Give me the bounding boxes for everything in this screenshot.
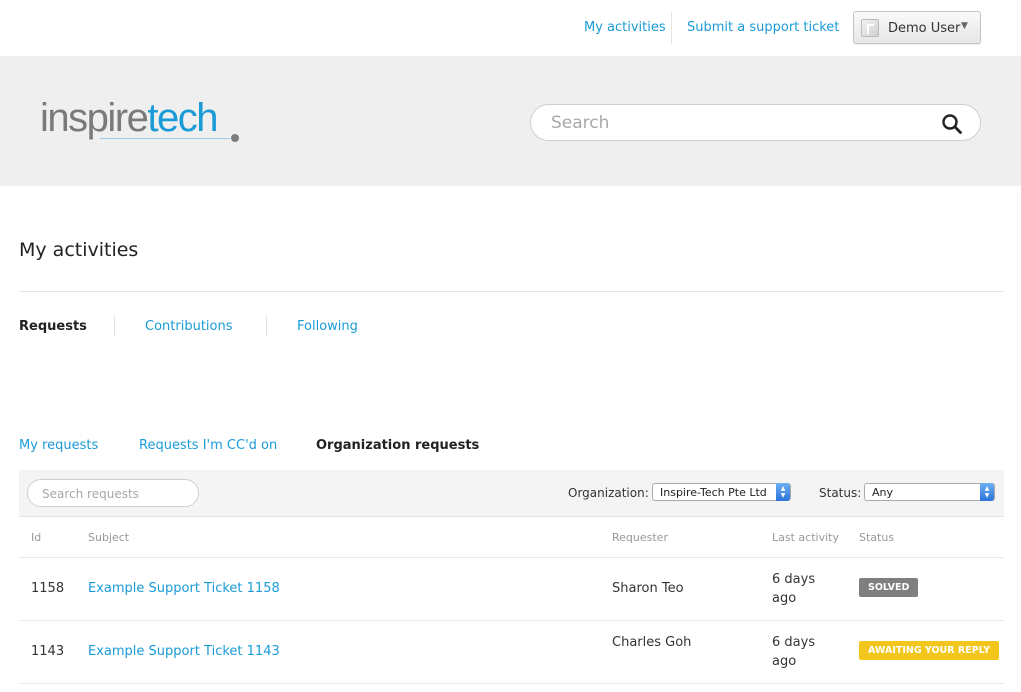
page-title: My activities [19, 239, 139, 261]
ticket-subject-link[interactable]: Example Support Ticket 1143 [88, 644, 280, 659]
logo[interactable]: inspiretech [40, 96, 239, 146]
row-divider [19, 683, 1004, 684]
status-select[interactable]: Any ▲ ▼ [864, 483, 995, 501]
tab-requests[interactable]: Requests [19, 319, 87, 334]
cell-requester: Charles Goh [612, 635, 692, 650]
cell-id: 1143 [31, 644, 65, 659]
subnav-divider [266, 315, 267, 337]
logo-text-inspire: inspire [40, 96, 149, 140]
nav-divider [671, 12, 672, 44]
avatar [861, 19, 879, 37]
search-requests-input[interactable] [42, 484, 192, 504]
divider [19, 291, 1004, 292]
status-badge: Awaiting your reply [859, 641, 1000, 660]
request-search [27, 479, 199, 507]
column-header-last-activity[interactable]: Last activity [772, 531, 839, 544]
user-name: Demo User [888, 21, 961, 36]
subnav-divider [114, 315, 115, 337]
row-divider [19, 557, 1004, 558]
submit-ticket-link[interactable]: Submit a support ticket [687, 20, 839, 35]
chevron-down-icon: ▼ [961, 21, 968, 31]
tab-organization-requests[interactable]: Organization requests [316, 438, 479, 453]
row-divider [19, 620, 1004, 621]
column-header-status[interactable]: Status [859, 531, 894, 544]
search-bar [530, 104, 981, 141]
tab-contributions[interactable]: Contributions [145, 319, 233, 334]
user-menu-button[interactable]: Demo User ▼ [853, 11, 981, 44]
cell-last-activity: 6 days ago [772, 635, 816, 669]
tab-following[interactable]: Following [297, 319, 358, 334]
select-arrows-icon: ▲ ▼ [776, 483, 790, 501]
column-header-subject[interactable]: Subject [88, 531, 129, 544]
status-badge: Solved [859, 578, 919, 597]
cell-last-activity: 6 days ago [772, 572, 816, 606]
column-header-requester[interactable]: Requester [612, 531, 668, 544]
ticket-subject-link[interactable]: Example Support Ticket 1158 [88, 581, 280, 596]
status-label: Status: [819, 486, 862, 500]
requests-toolbar: Organization: Inspire-Tech Pte Ltd ▲▼ St… [19, 470, 1004, 517]
tab-ccd-requests[interactable]: Requests I'm CC'd on [139, 438, 277, 453]
organization-select-value: Inspire-Tech Pte Ltd [660, 486, 767, 499]
column-header-id[interactable]: Id [31, 531, 41, 544]
logo-underline [100, 138, 230, 139]
search-input[interactable] [551, 111, 931, 135]
organization-label: Organization: [568, 486, 649, 500]
tab-my-requests[interactable]: My requests [19, 438, 98, 453]
status-select-value: Any [872, 486, 894, 499]
select-arrows-icon: ▲ ▼ [980, 483, 994, 501]
search-icon[interactable] [941, 113, 963, 135]
top-navigation: My activities Submit a support ticket De… [0, 0, 1021, 56]
organization-select[interactable]: Inspire-Tech Pte Ltd ▲ ▼ [652, 483, 791, 501]
cell-id: 1158 [31, 581, 65, 596]
cell-requester: Sharon Teo [612, 581, 684, 596]
logo-dot [231, 134, 239, 142]
header-banner: inspiretech [0, 56, 1021, 186]
logo-text-tech: tech [147, 96, 218, 140]
my-activities-link[interactable]: My activities [584, 20, 666, 35]
